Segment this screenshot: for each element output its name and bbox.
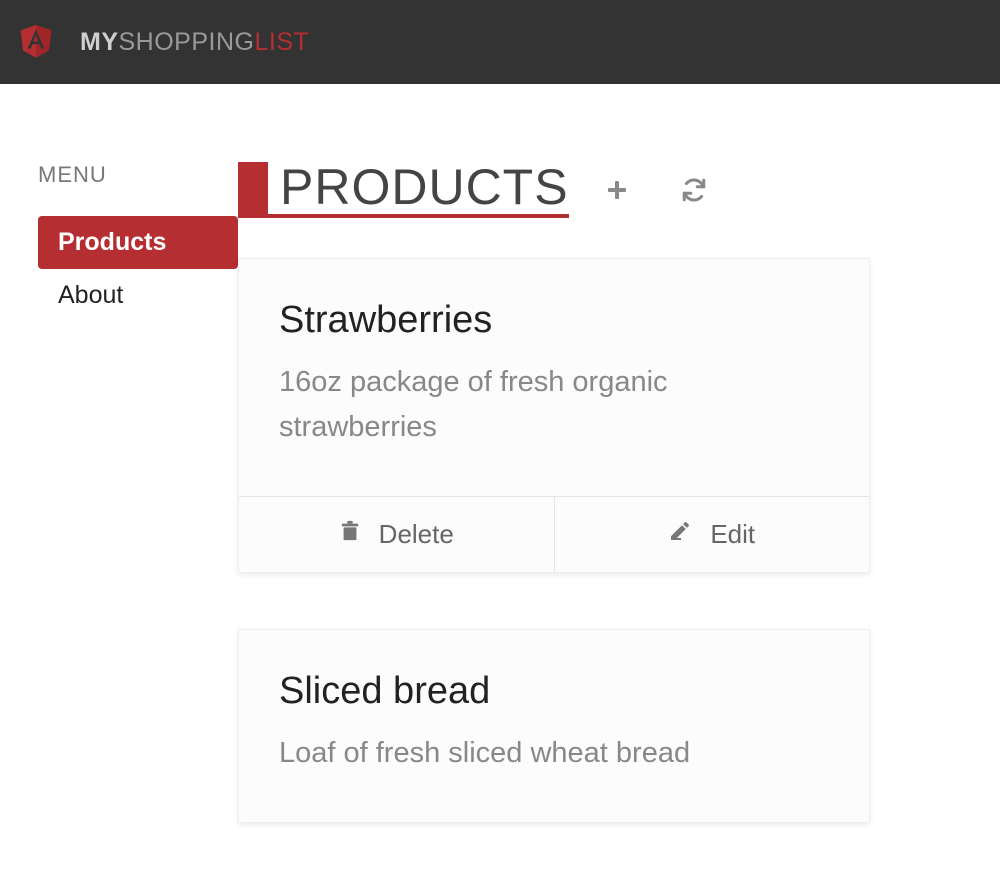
page-title: PRODUCTS bbox=[268, 162, 569, 218]
product-description: Loaf of fresh sliced wheat bread bbox=[279, 731, 829, 776]
trash-icon bbox=[339, 519, 361, 550]
plus-icon bbox=[605, 178, 629, 202]
sidebar-item-products[interactable]: Products bbox=[38, 216, 238, 269]
product-card: Sliced bread Loaf of fresh sliced wheat … bbox=[238, 629, 870, 823]
edit-label: Edit bbox=[710, 519, 755, 550]
sidebar: MENU Products About bbox=[38, 162, 238, 879]
sidebar-item-about[interactable]: About bbox=[38, 269, 238, 322]
product-description: 16oz package of fresh organic strawberri… bbox=[279, 360, 829, 450]
sidebar-item-label: Products bbox=[58, 228, 166, 256]
title-accent-bar bbox=[238, 162, 268, 218]
product-name: Sliced bread bbox=[279, 670, 829, 713]
sidebar-item-label: About bbox=[58, 281, 123, 309]
main-content: PRODUCTS bbox=[238, 162, 1000, 879]
menu-label: MENU bbox=[38, 162, 238, 188]
product-card: Strawberries 16oz package of fresh organ… bbox=[238, 258, 870, 573]
refresh-button[interactable] bbox=[681, 177, 707, 203]
brand-part-1: MY bbox=[80, 28, 119, 56]
refresh-icon bbox=[681, 177, 707, 203]
product-name: Strawberries bbox=[279, 299, 829, 342]
app-header: MYSHOPPINGLIST bbox=[0, 0, 1000, 84]
app-brand: MYSHOPPINGLIST bbox=[80, 28, 309, 57]
angular-logo-icon bbox=[18, 21, 80, 64]
brand-part-2: SHOPPING bbox=[119, 28, 255, 56]
edit-icon bbox=[668, 519, 692, 550]
edit-button[interactable]: Edit bbox=[555, 497, 870, 572]
delete-button[interactable]: Delete bbox=[239, 497, 555, 572]
add-product-button[interactable] bbox=[605, 178, 629, 202]
delete-label: Delete bbox=[379, 519, 454, 550]
brand-part-3: LIST bbox=[254, 28, 309, 56]
page-title-row: PRODUCTS bbox=[238, 162, 1000, 218]
